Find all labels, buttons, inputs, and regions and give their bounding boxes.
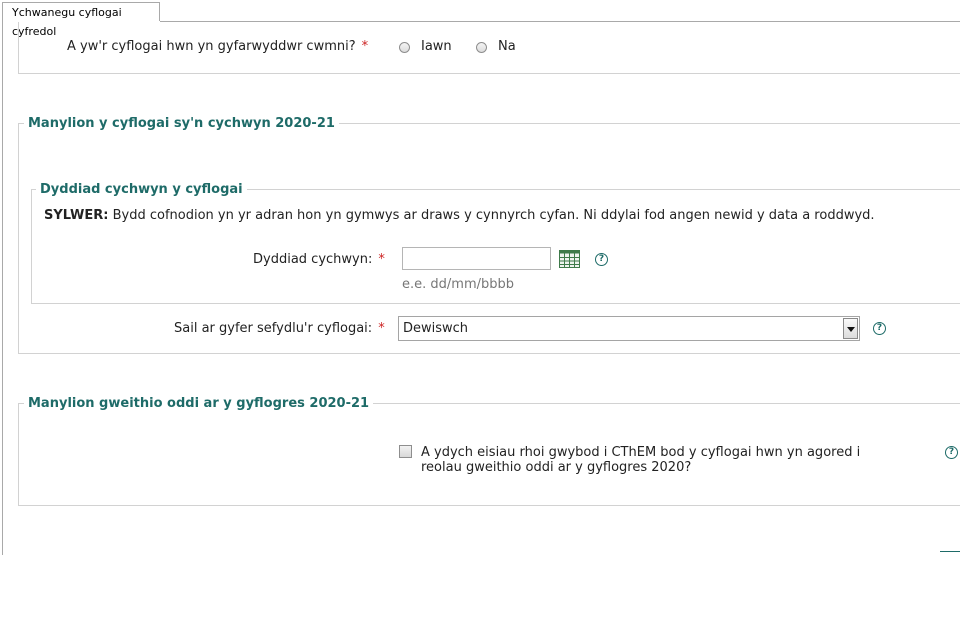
basis-label: Sail ar gyfer sefydlu'r cyflogai: * [174,321,385,336]
start-date-input[interactable] [402,247,551,270]
offpayroll-checkbox-label[interactable]: A ydych eisiau rhoi gwybod i CThEM bod y… [421,445,901,475]
help-icon[interactable]: ? [595,253,608,266]
director-yes-radio[interactable] [399,42,410,53]
offpayroll-checkbox[interactable] [399,445,412,458]
help-icon[interactable]: ? [945,446,958,459]
director-no-label[interactable]: Na [498,39,516,55]
basis-select-value: Dewiswch [403,321,469,336]
tab-add-existing-employee[interactable]: Ychwanegu cyflogai cyfredol [2,2,160,38]
director-question: A yw'r cyflogai hwn yn gyfarwyddwr cwmni… [67,39,369,54]
required-mark: * [378,321,385,336]
chevron-down-icon[interactable] [843,318,858,339]
start-date-hint: e.e. dd/mm/bbbb [402,277,514,292]
starter-details-legend: Manylion y cyflogai sy'n cychwyn 2020-21 [24,116,339,132]
start-date-legend: Dyddiad cychwyn y cyflogai [36,182,247,198]
panel-border [2,21,3,555]
basis-select[interactable]: Dewiswch [398,316,860,341]
director-yes-label[interactable]: Iawn [421,39,452,55]
help-icon[interactable]: ? [873,322,886,335]
required-mark: * [361,39,369,54]
calendar-icon[interactable] [559,250,580,268]
start-date-label: Dyddiad cychwyn: * [253,252,385,267]
partial-button-edge [940,551,960,556]
director-no-radio[interactable] [476,42,487,53]
start-date-note: SYLWER: Bydd cofnodion yn yr adran hon y… [44,208,875,223]
offpayroll-legend: Manylion gweithio oddi ar y gyflogres 20… [24,396,374,412]
required-mark: * [378,252,385,267]
